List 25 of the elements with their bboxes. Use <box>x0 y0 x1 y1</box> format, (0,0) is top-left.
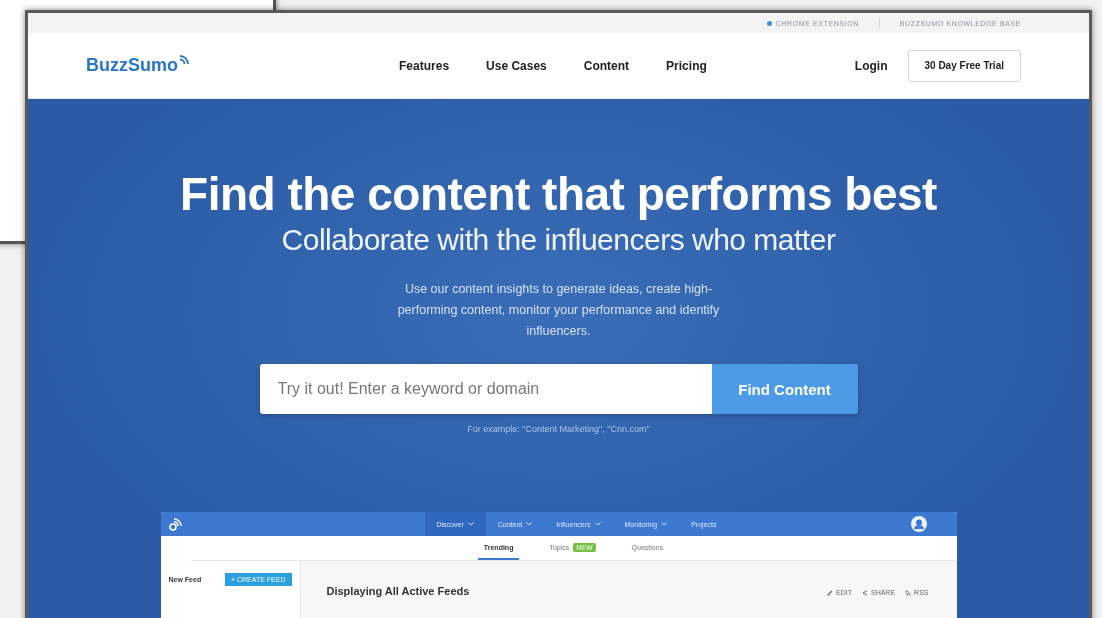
caret-icon <box>594 522 601 526</box>
example-text: For example: "Content Marketing", "Cnn.com" <box>467 424 650 434</box>
rss-icon <box>905 589 912 596</box>
dot-icon <box>766 20 772 26</box>
avatar-icon[interactable] <box>910 516 927 532</box>
logo[interactable]: BuzzSumo <box>86 55 191 76</box>
login-link[interactable]: Login <box>854 58 888 73</box>
caret-icon <box>467 522 474 526</box>
nav-link[interactable]: Use Cases <box>486 58 547 73</box>
nav-link[interactable]: Content <box>583 58 630 73</box>
find-content-button[interactable]: Find Content <box>711 364 858 414</box>
description: Use our content insights to generate ideas, create high-performing content, monitor your performance and identify influencers. <box>396 281 721 340</box>
signal-icon <box>178 53 191 66</box>
headline: Find the content that performs best <box>180 167 937 221</box>
caret-icon <box>661 522 668 526</box>
pencil-icon <box>827 589 833 596</box>
nav-link[interactable]: Features <box>399 58 450 73</box>
free-trial-button[interactable]: 30 Day Free Trial <box>907 49 1021 82</box>
share-icon <box>861 589 868 596</box>
subheadline: Collaborate with the influencers who matter <box>281 223 836 257</box>
search-field[interactable]: Try it out! Enter a keyword or domain <box>259 364 712 414</box>
signal-icon <box>168 517 183 531</box>
nav-link[interactable]: Pricing <box>666 58 707 73</box>
caret-icon <box>526 522 533 526</box>
feed-heading: Displaying All Active Feeds <box>326 585 470 597</box>
